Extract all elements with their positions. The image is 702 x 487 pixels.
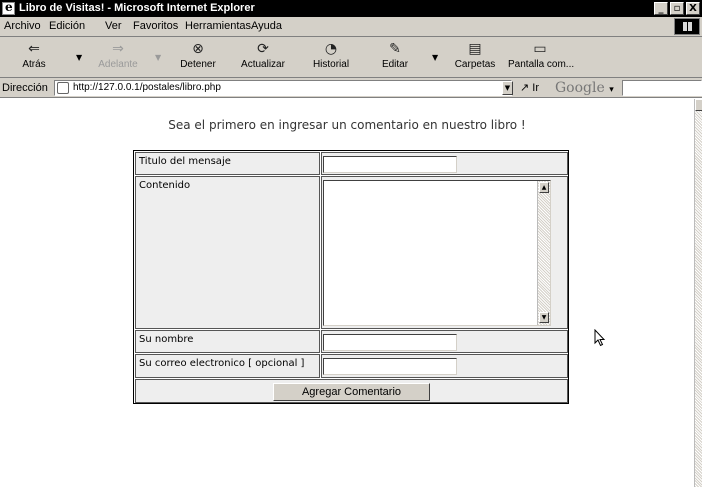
ie-logo-icon bbox=[2, 0, 15, 15]
textarea-scroll-down-icon[interactable]: ▼ bbox=[539, 312, 549, 323]
content-label-cell: Contenido bbox=[135, 176, 320, 329]
menu-ayuda[interactable]: Ayuda bbox=[251, 20, 282, 32]
edit-icon: ✎ bbox=[389, 41, 401, 57]
go-arrow-icon: ↗ bbox=[520, 82, 530, 94]
menu-edicion[interactable]: Edición bbox=[49, 20, 85, 32]
close-button[interactable]: X bbox=[686, 2, 700, 15]
standard-toolbar: ⇐ Atrás ▼ ⇒ Adelante ▼ ⊗ Detener ⟳ Actua… bbox=[0, 37, 702, 78]
fullscreen-button[interactable]: ▭ Pantalla com... bbox=[508, 39, 574, 75]
menu-archivo[interactable]: Archivo bbox=[4, 20, 41, 32]
email-label-cell: Su correo electronico [ opcional ] bbox=[135, 354, 320, 378]
email-input[interactable] bbox=[323, 358, 457, 375]
title-input[interactable] bbox=[323, 156, 457, 173]
address-dropdown-icon[interactable]: ▼ bbox=[502, 81, 513, 95]
google-search-input[interactable] bbox=[622, 80, 702, 96]
title-label: Titulo del mensaje bbox=[139, 156, 231, 167]
refresh-icon: ⟳ bbox=[257, 41, 269, 57]
content-textarea[interactable]: ▲ ▼ bbox=[323, 180, 551, 326]
name-label-cell: Su nombre bbox=[135, 330, 320, 353]
back-arrow-icon: ⇐ bbox=[28, 41, 40, 57]
back-dropdown-icon[interactable]: ▼ bbox=[76, 53, 82, 62]
go-button[interactable]: ↗ Ir bbox=[520, 81, 539, 94]
back-button[interactable]: ⇐ Atrás bbox=[20, 39, 48, 75]
menu-favoritos[interactable]: Favoritos bbox=[133, 20, 178, 32]
name-input-cell bbox=[321, 330, 568, 353]
address-input[interactable]: http://127.0.0.1/postales/libro.php bbox=[54, 80, 512, 96]
page-icon bbox=[57, 82, 69, 94]
edit-dropdown-icon[interactable]: ▼ bbox=[432, 53, 438, 62]
scroll-up-arrow-icon[interactable] bbox=[695, 99, 702, 111]
fullscreen-icon: ▭ bbox=[533, 41, 547, 57]
email-input-cell bbox=[321, 354, 568, 378]
google-toolbar-logo[interactable]: Google ▾ bbox=[555, 80, 619, 96]
address-url: http://127.0.0.1/postales/libro.php bbox=[73, 82, 221, 93]
stop-button[interactable]: ⊗ Detener bbox=[176, 39, 220, 75]
submit-cell: Agregar Comentario bbox=[135, 379, 568, 403]
forward-arrow-icon: ⇒ bbox=[112, 41, 124, 57]
address-bar: Dirección http://127.0.0.1/postales/libr… bbox=[0, 78, 702, 98]
menu-bar: Archivo Edición Ver Favoritos Herramient… bbox=[0, 17, 702, 37]
add-comment-button[interactable]: Agregar Comentario bbox=[273, 383, 430, 401]
intro-message: Sea el primero en ingresar un comentario… bbox=[168, 118, 526, 132]
guestbook-form: Titulo del mensaje Contenido ▲ ▼ Su nomb… bbox=[133, 150, 569, 404]
stop-icon: ⊗ bbox=[192, 41, 204, 57]
restore-button[interactable]: ▫ bbox=[670, 2, 684, 15]
windows-throbber-icon bbox=[674, 18, 700, 35]
forward-dropdown-icon[interactable]: ▼ bbox=[155, 53, 161, 62]
window-title: Libro de Visitas! - Microsoft Internet E… bbox=[19, 2, 255, 14]
name-input[interactable] bbox=[323, 334, 457, 351]
textarea-scroll-up-icon[interactable]: ▲ bbox=[539, 182, 549, 193]
edit-button[interactable]: ✎ Editar bbox=[380, 39, 410, 75]
mouse-cursor-icon bbox=[594, 329, 606, 347]
address-label: Dirección bbox=[2, 82, 48, 94]
textarea-scrollbar[interactable]: ▲ ▼ bbox=[537, 181, 550, 325]
content-label: Contenido bbox=[139, 180, 191, 191]
title-label-cell: Titulo del mensaje bbox=[135, 152, 320, 175]
history-icon: ◔ bbox=[324, 41, 338, 57]
name-label: Su nombre bbox=[139, 334, 194, 345]
title-bar: Libro de Visitas! - Microsoft Internet E… bbox=[0, 0, 702, 17]
folders-icon: ▤ bbox=[468, 41, 482, 57]
email-label: Su correo electronico [ opcional ] bbox=[139, 358, 305, 369]
refresh-button[interactable]: ⟳ Actualizar bbox=[238, 39, 288, 75]
minimize-button[interactable]: _ bbox=[654, 2, 668, 15]
history-button[interactable]: ◔ Historial bbox=[308, 39, 354, 75]
menu-herramientas[interactable]: Herramientas bbox=[185, 20, 251, 32]
folders-button[interactable]: ▤ Carpetas bbox=[454, 39, 496, 75]
title-input-cell bbox=[321, 152, 568, 175]
forward-button[interactable]: ⇒ Adelante bbox=[98, 39, 138, 75]
google-dropdown-icon: ▾ bbox=[609, 85, 614, 95]
menu-ver[interactable]: Ver bbox=[105, 20, 122, 32]
vertical-scrollbar[interactable] bbox=[694, 99, 702, 487]
content-input-cell: ▲ ▼ bbox=[321, 176, 568, 329]
google-logo-text: Google bbox=[555, 80, 605, 96]
go-label: Ir bbox=[532, 82, 540, 94]
